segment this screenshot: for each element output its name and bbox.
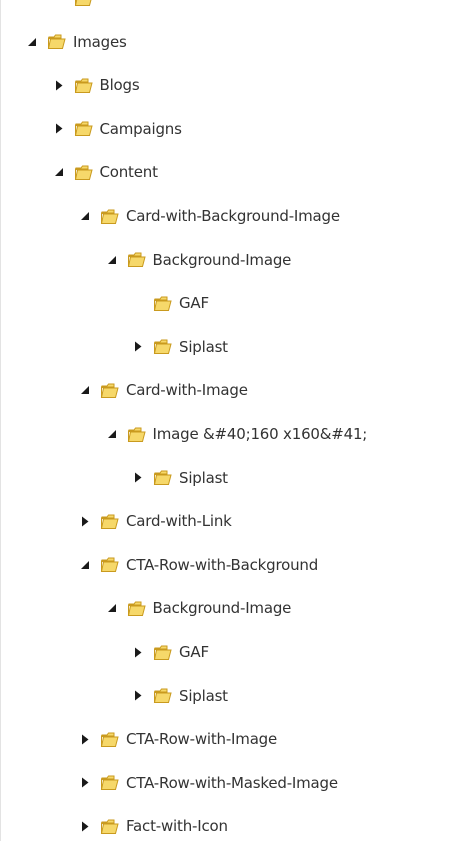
tree-node-label: Card-with-Link [126,512,232,531]
folder-icon [74,164,93,181]
folder-icon [153,644,172,661]
tree-node[interactable]: Content [53,160,158,184]
folder-icon [74,77,93,94]
tree-node[interactable]: Fact-with-Icon [79,814,228,838]
tree-node[interactable]: Background-Image [106,248,292,272]
collapse-arrow-icon[interactable] [79,559,91,571]
tree-node-label: Fact-with-Icon [126,817,228,836]
tree-node-label: CTA-Row-with-Masked-Image [126,773,338,792]
tree-node-label: GAF [179,294,209,313]
expand-arrow-icon[interactable] [53,79,65,91]
folder-icon [100,208,119,225]
tree-node-label: CTA-Row-with-Image [126,730,278,749]
tree-node[interactable]: CTA-Row-with-Masked-Image [79,771,338,795]
collapse-arrow-icon[interactable] [106,254,118,266]
tree-node[interactable]: GAF [132,291,209,315]
tree-node-label: Content [99,163,158,182]
tree-node-label: Siplast [179,468,228,487]
tree-node[interactable]: Siplast [132,335,228,359]
collapse-arrow-icon[interactable] [106,428,118,440]
tree-node-label: Siplast [179,337,228,356]
folder-icon [100,731,119,748]
tree-node[interactable]: Card-with-Image [79,378,248,402]
collapse-arrow-icon[interactable] [53,166,65,178]
folder-icon [74,0,93,7]
folder-icon [127,426,146,443]
folder-icon [153,338,172,355]
tree-node[interactable]: GAF [132,640,209,664]
expand-arrow-icon[interactable] [53,123,65,135]
tree-node[interactable]: Images [26,30,127,54]
expand-arrow-icon[interactable] [132,646,144,658]
expand-arrow-icon[interactable] [79,820,91,832]
folder-icon [100,818,119,835]
tree-node-label: CTA-Row-with-Background [126,555,319,574]
folder-icon [74,120,93,137]
collapse-arrow-icon[interactable] [106,602,118,614]
expand-arrow-icon[interactable] [132,341,144,353]
expand-arrow-icon[interactable] [132,472,144,484]
tree-node[interactable]: Siplast [132,684,228,708]
folder-icon [100,556,119,573]
tree-node[interactable] [53,0,100,10]
folder-icon [100,774,119,791]
tree-node-label: Campaigns [99,119,182,138]
tree-node-label: Card-with-Image [126,381,248,400]
tree-node-label: Background-Image [152,250,292,269]
expand-arrow-icon[interactable] [79,733,91,745]
expand-arrow-icon[interactable] [132,690,144,702]
tree-node-label: Blogs [99,76,140,95]
collapse-arrow-icon[interactable] [26,36,38,48]
collapse-arrow-icon[interactable] [79,384,91,396]
tree-node-label: GAF [179,643,209,661]
tree-node[interactable]: Card-with-Background-Image [79,204,340,228]
folder-icon [153,687,172,704]
folder-icon [47,33,66,50]
tree-node[interactable]: Blogs [53,73,140,97]
tree-node-label: Siplast [179,686,228,705]
expand-arrow-icon[interactable] [79,777,91,789]
tree-node[interactable]: Background-Image [106,596,292,620]
collapse-arrow-icon[interactable] [79,210,91,222]
folder-icon [153,295,172,312]
tree-node-label: Background-Image [152,599,292,618]
tree-node[interactable]: CTA-Row-with-Background [79,553,318,577]
folder-icon [127,251,146,268]
folder-icon [127,600,146,617]
tree-node-label: Images [73,32,127,51]
tree-node[interactable]: CTA-Row-with-Image [79,727,277,751]
folder-icon [100,382,119,399]
expand-arrow-icon[interactable] [79,515,91,527]
tree-node[interactable]: Campaigns [53,117,182,141]
tree-node[interactable]: Siplast [132,466,228,490]
tree-node[interactable]: Card-with-Link [79,509,232,533]
content-tree: Images Blogs Campaigns Content Card-with-Bac… [0,0,458,841]
folder-icon [100,513,119,530]
tree-node-label: Image &#40;160 x160&#41; [152,425,368,443]
tree-node-label: Card-with-Background-Image [126,207,340,225]
tree-node[interactable]: Image &#40;160 x160&#41; [106,422,368,446]
folder-icon [153,469,172,486]
